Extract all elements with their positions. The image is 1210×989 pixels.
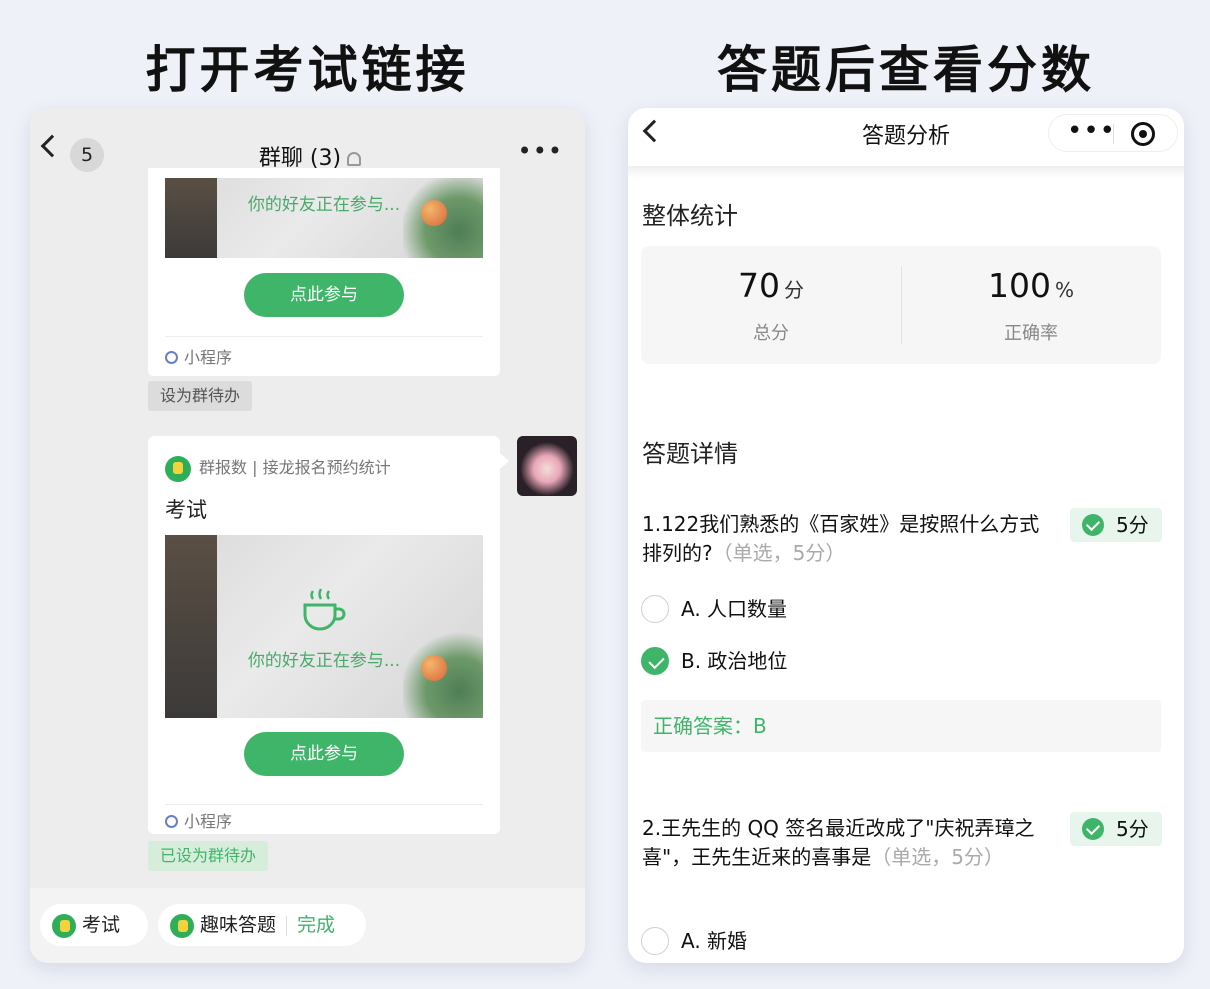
question-score-badge: 5分 [1070, 812, 1162, 846]
mini-program-capsule: ••• [1048, 114, 1178, 152]
question-score-badge: 5分 [1070, 508, 1162, 542]
card-title: 考试 [165, 498, 207, 522]
coffee-cup-icon [303, 588, 346, 631]
divider [165, 804, 483, 805]
total-score-stat: 70 分 总分 [641, 266, 901, 345]
accuracy-label: 正确率 [1004, 323, 1058, 344]
close-target-icon[interactable] [1131, 122, 1155, 146]
divider [165, 336, 483, 337]
join-button[interactable]: 点此参与 [244, 732, 404, 776]
check-circle-icon [1082, 513, 1104, 536]
set-group-todo-button[interactable]: 设为群待办 [148, 381, 253, 411]
mute-bell-icon [347, 152, 362, 166]
total-score-value: 70 [738, 266, 780, 305]
option-a[interactable]: A. 人口数量 [641, 594, 787, 625]
app-logo-icon [170, 913, 194, 938]
total-score-label: 总分 [753, 323, 789, 344]
question-text: 2.王先生的 QQ 签名最近改成了"庆祝弄璋之喜"，王先生近来的喜事是（单选，5… [642, 816, 1035, 869]
option-b[interactable]: B. 政治地位 [641, 646, 787, 677]
done-button[interactable]: 完成 [297, 914, 335, 936]
app-logo-icon [52, 913, 76, 938]
more-icon[interactable]: ••• [518, 139, 563, 163]
stats-box: 70 分 总分 100% 正确率 [641, 246, 1161, 364]
todo-pill-exam[interactable]: 考试 [40, 904, 148, 946]
option-a[interactable]: A. 新婚 [641, 926, 747, 957]
back-icon[interactable] [40, 134, 64, 158]
mini-program-label: 小程序 [165, 344, 232, 368]
back-icon[interactable] [642, 119, 666, 143]
radio-checked-icon [641, 646, 669, 675]
right-heading: 答题后查看分数 [717, 41, 1095, 99]
answer-detail-title: 答题详情 [642, 440, 738, 468]
avatar[interactable] [517, 436, 577, 496]
todo-pill-quiz[interactable]: 趣味答题 完成 [158, 904, 366, 946]
nav-bar: 答题分析 ••• [628, 108, 1184, 166]
card-cover-image: 你的好友正在参与... [165, 535, 483, 718]
cover-text: 你的好友正在参与... [247, 651, 401, 671]
check-circle-icon [1082, 817, 1104, 840]
radio-empty-icon [641, 594, 669, 623]
join-button[interactable]: 点此参与 [244, 273, 404, 317]
mini-program-icon [165, 351, 178, 364]
mini-program-label: 小程序 [165, 808, 232, 832]
left-heading: 打开考试链接 [145, 41, 470, 99]
group-todo-bar: 考试 趣味答题 完成 [30, 888, 585, 963]
question-type: （单选，5分） [871, 845, 1004, 869]
app-logo-icon [165, 455, 191, 482]
accuracy-value: 100 [987, 266, 1051, 305]
page-title: 答题分析 [861, 124, 950, 149]
chat-screen: 5 群聊 (3) ••• 你的好友正在参与... 点此参与 小程序 设为群待办 … [30, 108, 585, 963]
accuracy-stat: 100% 正确率 [901, 266, 1161, 345]
overall-stats-title: 整体统计 [642, 202, 738, 230]
analysis-screen: 答题分析 ••• 整体统计 70 分 总分 100% 正确率 答题详情 1.122… [628, 108, 1184, 963]
correct-answer-box: 正确答案：B [641, 700, 1161, 752]
unread-count-badge[interactable]: 5 [70, 138, 104, 172]
group-todo-set-tag[interactable]: 已设为群待办 [148, 841, 269, 871]
app-source-line: 群报数 | 接龙报名预约统计 [165, 454, 391, 482]
card-cover-image: 你的好友正在参与... [165, 178, 483, 258]
mini-program-card[interactable]: 你的好友正在参与... 点此参与 小程序 [148, 168, 500, 376]
radio-empty-icon [641, 926, 669, 955]
question-text: 1.122我们熟悉的《百家姓》是按照什么方式排列的?（单选，5分） [642, 512, 1040, 565]
question-type: （单选，5分） [712, 541, 846, 565]
mini-program-card[interactable]: 群报数 | 接龙报名预约统计 考试 你的好友正在参与... 点此参与 小程序 [148, 436, 500, 834]
mini-program-icon [165, 815, 178, 828]
cover-text: 你的好友正在参与... [247, 195, 401, 215]
more-icon[interactable]: ••• [1067, 118, 1116, 144]
